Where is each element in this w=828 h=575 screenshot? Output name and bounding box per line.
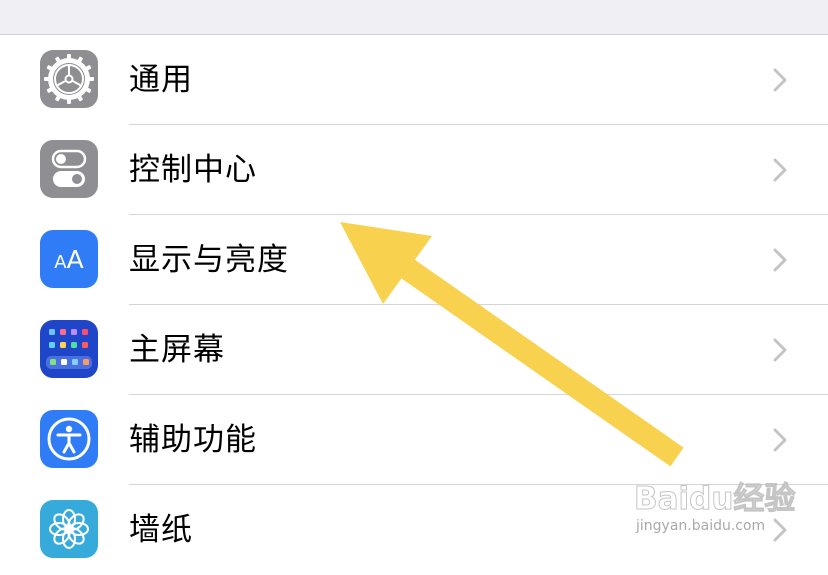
settings-item-label: 主屏幕 <box>129 332 225 368</box>
gear-icon <box>40 50 98 108</box>
accessibility-icon <box>40 410 98 468</box>
top-section-band <box>0 0 828 35</box>
settings-list: 通用 控制中心 AA 显示与亮度 主屏幕 辅助功能 墙纸 <box>0 35 828 575</box>
settings-item-control-center[interactable]: 控制中心 <box>0 125 828 215</box>
text-size-icon: AA <box>40 230 98 288</box>
chevron-right-icon <box>773 518 787 542</box>
settings-item-accessibility[interactable]: 辅助功能 <box>0 395 828 485</box>
toggles-icon <box>40 140 98 198</box>
settings-item-display-brightness[interactable]: AA 显示与亮度 <box>0 215 828 305</box>
settings-item-wallpaper[interactable]: 墙纸 <box>0 485 828 575</box>
settings-item-label: 显示与亮度 <box>129 242 289 278</box>
home-screen-grid-icon <box>40 320 98 378</box>
chevron-right-icon <box>773 338 787 362</box>
settings-item-general[interactable]: 通用 <box>0 35 828 125</box>
chevron-right-icon <box>773 68 787 92</box>
chevron-right-icon <box>773 428 787 452</box>
settings-item-label: 通用 <box>129 62 193 98</box>
settings-item-label: 辅助功能 <box>129 422 257 458</box>
settings-item-home-screen[interactable]: 主屏幕 <box>0 305 828 395</box>
wallpaper-flower-icon <box>40 500 98 558</box>
settings-item-label: 控制中心 <box>129 152 257 188</box>
svg-text:AA: AA <box>54 245 83 274</box>
chevron-right-icon <box>773 158 787 182</box>
settings-item-label: 墙纸 <box>129 512 193 548</box>
chevron-right-icon <box>773 248 787 272</box>
